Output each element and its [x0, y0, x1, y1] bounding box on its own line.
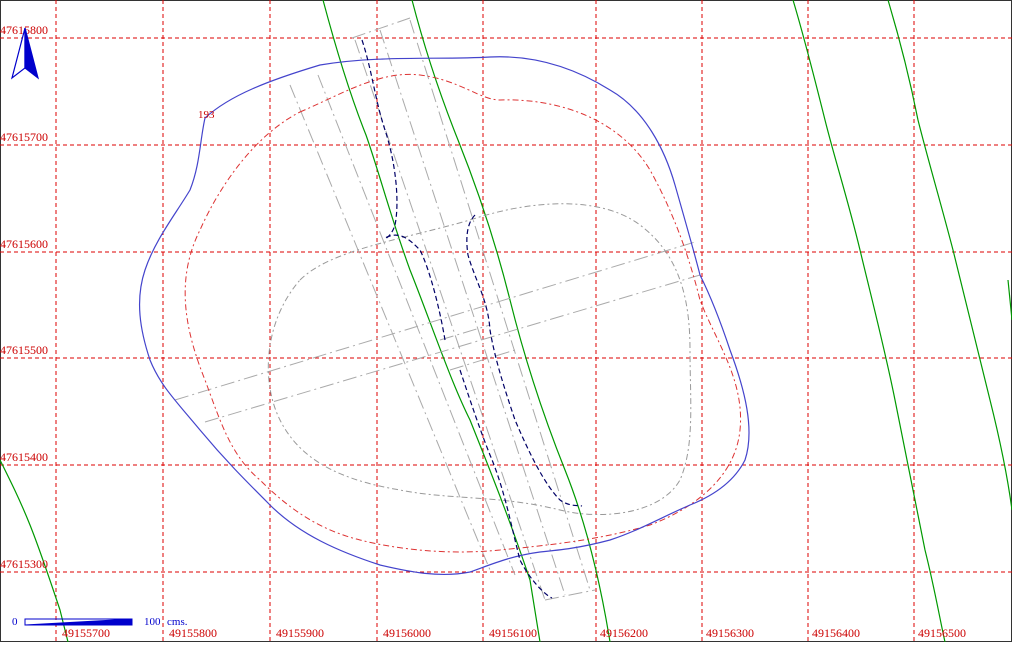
y-coordinate-label: 47615700	[0, 130, 48, 144]
x-coordinate-label: 49156400	[812, 626, 860, 640]
x-coordinate-label: 49156500	[918, 626, 966, 640]
map-svg[interactable]: 47615800 47615700 47615600 47615500 4761…	[0, 0, 1012, 643]
x-coordinate-label: 49156200	[600, 626, 648, 640]
feature-label: 193	[198, 109, 215, 121]
y-coordinate-label: 47615600	[0, 237, 48, 251]
map-border	[0, 0, 1012, 642]
x-coordinate-label: 49156000	[383, 626, 431, 640]
y-coordinate-label: 47615300	[0, 557, 48, 571]
x-coordinate-label: 49155700	[62, 626, 110, 640]
x-coordinate-label: 49155800	[169, 626, 217, 640]
x-coordinate-label: 49156100	[489, 626, 537, 640]
y-coordinate-label: 47615500	[0, 343, 48, 357]
x-coordinate-label: 49156300	[706, 626, 754, 640]
scale-end-label: 100	[144, 616, 161, 628]
scale-start-label: 0	[12, 616, 18, 628]
y-coordinate-label: 47615400	[0, 450, 48, 464]
map-canvas[interactable]: 47615800 47615700 47615600 47615500 4761…	[0, 0, 1012, 643]
scale-unit-label: cms.	[167, 616, 188, 628]
x-coordinate-label: 49155900	[276, 626, 324, 640]
